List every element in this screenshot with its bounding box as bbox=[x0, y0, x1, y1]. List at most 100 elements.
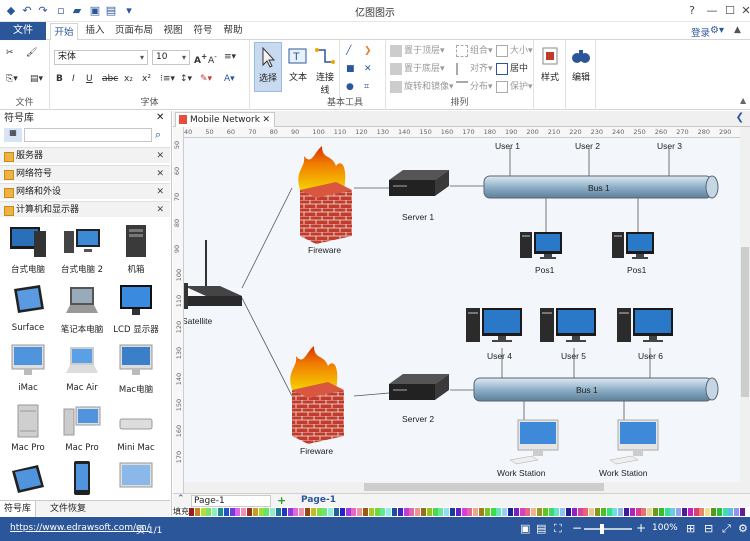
tab-help[interactable]: 帮助 bbox=[220, 22, 246, 40]
user-5-computer-icon[interactable] bbox=[540, 308, 596, 342]
bullets-icon[interactable]: ⁝≡▾ bbox=[160, 72, 175, 86]
zoom-slider-handle[interactable] bbox=[600, 524, 604, 534]
tab-page-layout[interactable]: 页面布局 bbox=[112, 22, 156, 40]
color-swatch[interactable] bbox=[374, 508, 380, 516]
color-swatch[interactable] bbox=[554, 508, 560, 516]
color-swatch[interactable] bbox=[508, 508, 513, 516]
color-swatch[interactable] bbox=[339, 508, 345, 516]
color-swatch[interactable] bbox=[473, 508, 479, 516]
shape-surface[interactable]: Surface bbox=[2, 281, 54, 339]
website-link[interactable]: https://www.edrawsoft.com/cn/ bbox=[10, 523, 150, 533]
color-swatch[interactable] bbox=[270, 508, 276, 516]
color-swatch[interactable] bbox=[728, 508, 734, 516]
color-swatch[interactable] bbox=[664, 508, 670, 516]
center-button[interactable]: 居中 bbox=[496, 62, 528, 76]
collapse-ribbon-icon[interactable]: ▲ bbox=[734, 25, 741, 35]
color-swatch[interactable] bbox=[635, 508, 641, 516]
format-painter-icon[interactable]: 🖌 bbox=[26, 46, 37, 60]
color-swatch[interactable] bbox=[699, 508, 705, 516]
workstation-2-imac-icon[interactable] bbox=[609, 419, 659, 465]
line-spacing-icon[interactable]: ↕▾ bbox=[180, 72, 192, 86]
horizontal-scrollbar[interactable] bbox=[184, 482, 740, 493]
settings-small-icon[interactable]: ⚙ bbox=[738, 522, 748, 535]
shape-laptop[interactable]: 笔记本电脑 bbox=[56, 281, 108, 339]
font-name-select[interactable]: 宋体 bbox=[54, 50, 148, 65]
file-tab[interactable]: 文件 bbox=[0, 22, 46, 40]
color-swatch[interactable] bbox=[403, 508, 409, 516]
color-swatch[interactable] bbox=[386, 508, 392, 516]
page-tab[interactable]: Page-1 bbox=[301, 495, 336, 505]
fit-width-icon[interactable]: ⊟ bbox=[704, 522, 713, 535]
color-swatch[interactable] bbox=[722, 508, 728, 516]
underline-icon[interactable]: U bbox=[86, 72, 93, 86]
paste-icon[interactable]: ▤▾ bbox=[30, 72, 43, 86]
close-category-icon[interactable]: ✕ bbox=[156, 184, 164, 200]
color-swatch[interactable] bbox=[566, 508, 571, 516]
color-swatch[interactable] bbox=[426, 508, 432, 516]
add-page-icon[interactable]: + bbox=[277, 494, 286, 507]
firewall-bottom-icon[interactable] bbox=[290, 346, 344, 444]
connector-tool-button[interactable]: 连接线 bbox=[312, 42, 338, 96]
tab-view[interactable]: 视图 bbox=[160, 22, 186, 40]
crop-icon[interactable]: ⌗ bbox=[364, 80, 369, 94]
color-swatch[interactable] bbox=[461, 508, 467, 516]
firewall-top-icon[interactable] bbox=[298, 146, 352, 244]
help-icon[interactable]: ? bbox=[684, 3, 700, 19]
color-swatch[interactable] bbox=[496, 508, 502, 516]
shape-imac[interactable]: iMac bbox=[2, 341, 54, 399]
vertical-scrollbar[interactable] bbox=[740, 127, 750, 493]
category-network-peripherals[interactable]: 网络和外设 ✕ bbox=[0, 183, 170, 199]
color-swatch[interactable] bbox=[293, 508, 299, 516]
color-swatch[interactable] bbox=[519, 508, 525, 516]
color-swatch[interactable] bbox=[345, 508, 351, 516]
color-swatch[interactable] bbox=[258, 508, 264, 516]
color-swatch[interactable] bbox=[537, 508, 542, 516]
shape-mac-air[interactable]: Mac Air bbox=[56, 341, 108, 399]
tab-home[interactable]: 开始 bbox=[50, 23, 78, 41]
color-swatch[interactable] bbox=[484, 508, 490, 516]
color-swatch[interactable] bbox=[322, 508, 328, 516]
tab-symbols[interactable]: 符号 bbox=[190, 22, 216, 40]
paragraph-align-icon[interactable]: ≡▾ bbox=[224, 50, 236, 64]
color-swatch[interactable] bbox=[658, 508, 664, 516]
color-swatch[interactable] bbox=[455, 508, 461, 516]
color-swatch[interactable] bbox=[693, 508, 699, 516]
color-swatch[interactable] bbox=[653, 508, 658, 516]
page-collapse-icon[interactable]: ⌃ bbox=[177, 494, 185, 504]
pos-1a-computer-icon[interactable] bbox=[520, 232, 562, 259]
subscript-icon[interactable]: x₂ bbox=[124, 72, 133, 86]
color-swatch[interactable] bbox=[212, 508, 218, 516]
color-swatch[interactable] bbox=[415, 508, 421, 516]
color-swatch[interactable] bbox=[525, 508, 531, 516]
color-swatch[interactable] bbox=[641, 508, 647, 516]
zoom-out-icon[interactable]: − bbox=[572, 521, 582, 535]
shape-mac-pro-2[interactable]: Mac Pro bbox=[56, 401, 108, 459]
close-tab-icon[interactable]: ✕ bbox=[262, 113, 270, 127]
edit-button[interactable]: 编辑 bbox=[567, 42, 595, 92]
color-swatch[interactable] bbox=[687, 508, 693, 516]
color-swatch[interactable] bbox=[310, 508, 316, 516]
color-swatch[interactable] bbox=[368, 508, 374, 516]
color-swatch[interactable] bbox=[450, 508, 455, 516]
superscript-icon[interactable]: x² bbox=[142, 72, 151, 86]
library-menu-icon[interactable]: ▦ bbox=[4, 128, 22, 142]
maximize-button[interactable]: ☐ bbox=[722, 3, 738, 19]
tab-insert[interactable]: 插入 bbox=[82, 22, 108, 40]
color-swatch[interactable] bbox=[229, 508, 235, 516]
send-back-button[interactable]: 置于底层▾ bbox=[390, 62, 445, 76]
settings-icon[interactable]: ⚙▾ bbox=[710, 25, 724, 36]
color-swatch[interactable] bbox=[252, 508, 258, 516]
drawing-canvas[interactable]: Satellite Fireware Fireware Server 1 Ser… bbox=[184, 138, 740, 482]
workstation-1-imac-icon[interactable] bbox=[509, 419, 559, 465]
library-search-input[interactable] bbox=[24, 128, 152, 142]
color-swatch[interactable] bbox=[351, 508, 357, 516]
text-tool-button[interactable]: T 文本 bbox=[284, 42, 312, 92]
horizontal-scroll-thumb[interactable] bbox=[364, 483, 604, 491]
protect-button[interactable]: 保护▾ bbox=[496, 80, 533, 94]
color-swatch[interactable] bbox=[334, 508, 339, 516]
cut-icon[interactable]: ✂ bbox=[6, 46, 14, 60]
distribute-button[interactable]: 分布▾ bbox=[456, 80, 493, 94]
view-normal-icon[interactable]: ▣ bbox=[520, 522, 530, 535]
color-swatch[interactable] bbox=[305, 508, 310, 516]
pos-1b-computer-icon[interactable] bbox=[612, 232, 654, 259]
